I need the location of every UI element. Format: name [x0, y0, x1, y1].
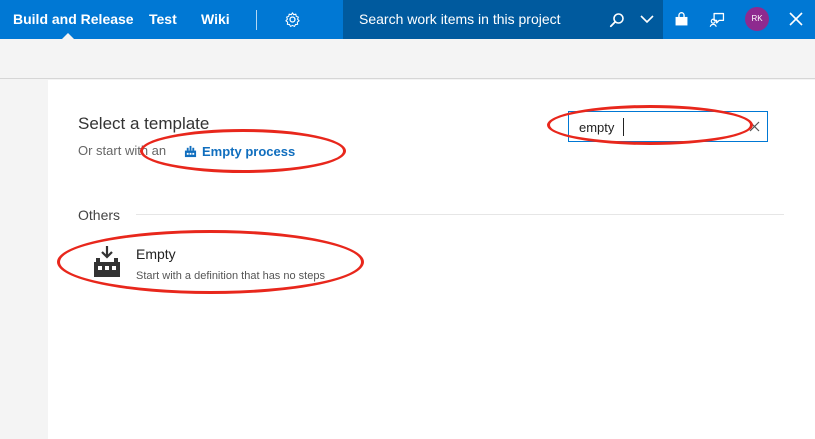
search-placeholder: Search work items in this project — [359, 11, 561, 27]
empty-process-label: Empty process — [202, 143, 296, 159]
toolbar-strip — [0, 39, 815, 79]
search-box[interactable]: Search work items in this project — [343, 0, 663, 39]
template-description: Start with a definition that has no step… — [136, 270, 325, 282]
section-divider — [136, 214, 784, 215]
section-header-others: Others — [78, 207, 121, 223]
template-item-empty[interactable]: Empty Start with a definition that has n… — [88, 240, 388, 288]
filter-input[interactable] — [579, 117, 739, 137]
subtitle-text: Or start with an — [78, 143, 167, 158]
page-title: Select a template — [78, 114, 210, 133]
top-navigation-bar: Build and Release Test Wiki Search work … — [0, 0, 815, 39]
nav-wiki[interactable]: Wiki — [201, 0, 230, 39]
nav-test[interactable]: Test — [149, 0, 177, 39]
gear-icon[interactable] — [284, 11, 301, 28]
template-filter[interactable] — [568, 111, 768, 142]
feedback-icon[interactable] — [709, 11, 726, 28]
template-panel: Select a template Or start with an Empty… — [48, 80, 815, 439]
close-icon[interactable] — [788, 11, 804, 27]
build-icon — [94, 246, 120, 277]
text-caret — [623, 118, 624, 136]
search-icon[interactable] — [609, 12, 625, 28]
chevron-down-icon[interactable] — [640, 14, 654, 24]
build-icon — [184, 145, 197, 157]
empty-process-link[interactable]: Empty process — [184, 142, 295, 160]
avatar[interactable]: RK — [745, 7, 769, 31]
shopping-bag-icon[interactable] — [673, 11, 690, 28]
nav-separator — [256, 10, 257, 30]
clear-icon[interactable] — [749, 121, 760, 132]
template-name: Empty — [136, 246, 176, 262]
